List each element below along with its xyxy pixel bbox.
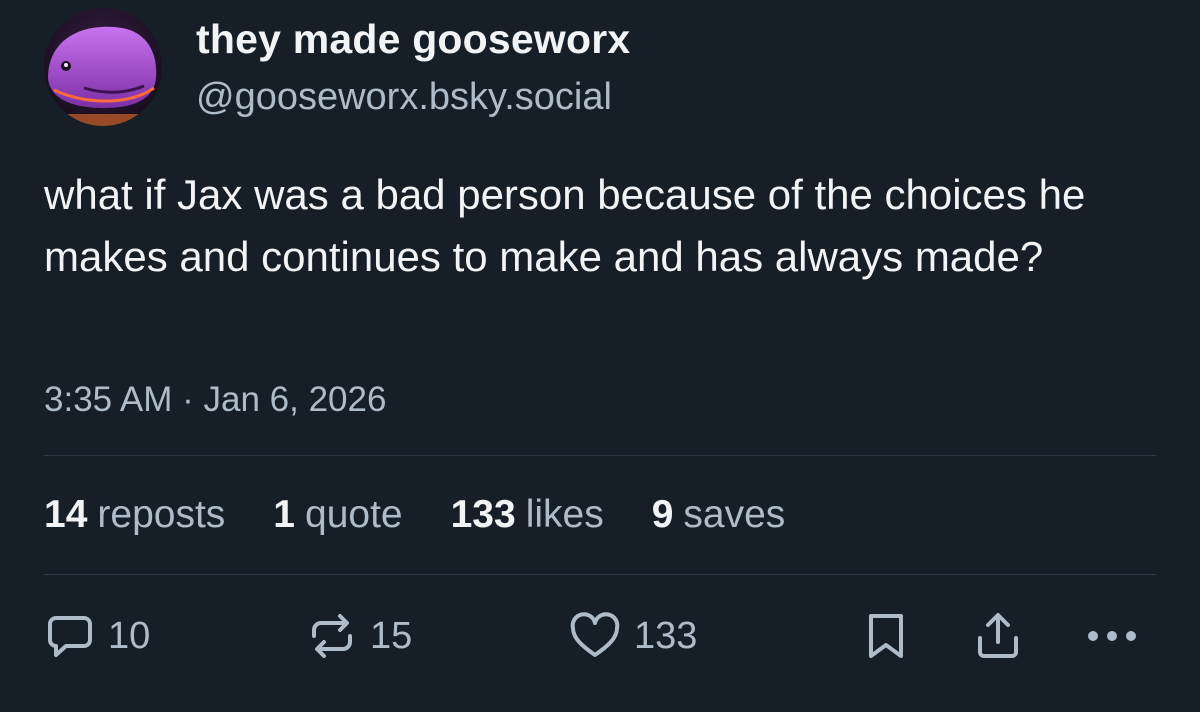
repost-count: 15 xyxy=(370,614,413,657)
stat-label: likes xyxy=(525,493,604,536)
repost-icon xyxy=(312,614,352,658)
post-text: what if Jax was a bad person because of … xyxy=(44,171,1086,280)
more-dots-icon xyxy=(1088,631,1136,641)
post-timestamp: 3:35 AM · Jan 6, 2026 xyxy=(44,380,387,419)
stat-count: 1 xyxy=(273,493,295,536)
stat-reposts[interactable]: 14 reposts xyxy=(44,493,225,537)
author-handle[interactable]: @gooseworx.bsky.social xyxy=(196,76,612,119)
post-thread-item: they made gooseworx @gooseworx.bsky.soci… xyxy=(0,0,1200,712)
heart-icon xyxy=(570,612,620,657)
stat-label: quote xyxy=(305,493,403,536)
purple-creature-avatar-icon xyxy=(44,8,162,126)
like-count: 133 xyxy=(634,614,698,657)
stat-label: saves xyxy=(683,493,786,536)
save-button[interactable] xyxy=(862,610,910,662)
reply-button[interactable]: 10 xyxy=(44,610,150,662)
stat-quotes[interactable]: 1 quote xyxy=(273,493,402,537)
repost-button[interactable]: 15 xyxy=(306,610,412,662)
stat-count: 133 xyxy=(450,493,516,536)
author-display-name[interactable]: they made gooseworx xyxy=(196,16,630,63)
share-button[interactable] xyxy=(972,610,1024,662)
more-options-button[interactable] xyxy=(1084,610,1140,662)
stat-saves[interactable]: 9 saves xyxy=(652,493,786,537)
bookmark-icon xyxy=(869,614,903,658)
engagement-stats: 14 reposts 1 quote 133 likes 9 saves xyxy=(44,493,833,537)
divider xyxy=(44,574,1156,575)
stat-count: 14 xyxy=(44,493,88,536)
stat-label: reposts xyxy=(97,493,226,536)
like-button[interactable]: 133 xyxy=(568,610,697,662)
author-avatar[interactable] xyxy=(44,8,162,126)
share-icon xyxy=(978,613,1018,658)
divider xyxy=(44,455,1156,456)
reply-bubble-icon xyxy=(48,616,92,657)
reply-count: 10 xyxy=(108,614,151,657)
stat-likes[interactable]: 133 likes xyxy=(451,493,604,537)
stat-count: 9 xyxy=(651,493,674,536)
